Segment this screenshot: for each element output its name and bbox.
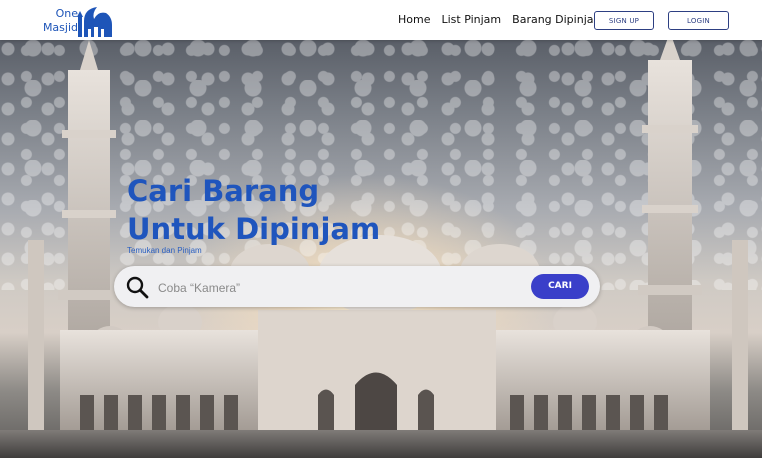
hero-section: Cari Barang Untuk Dipinjam Temukan dan P… [0, 40, 762, 458]
nav-list-pinjam[interactable]: List Pinjam [441, 13, 501, 26]
brand-name-line2: Masjid [42, 21, 78, 34]
search-button[interactable]: CARI [531, 274, 589, 299]
brand-name-line1: One [55, 7, 78, 20]
mosque-icon [77, 7, 112, 37]
search-icon [126, 276, 149, 299]
login-button[interactable]: LOGIN [668, 11, 729, 30]
hero-title-line1: Cari Barang [127, 174, 320, 208]
search-bar: CARI [114, 266, 600, 307]
brand-name: One Masjid [40, 7, 78, 35]
hero-title-line2: Untuk Dipinjam [127, 212, 381, 246]
signup-button[interactable]: SIGN UP [594, 11, 654, 30]
hero-subtitle: Temukan dan Pinjam [127, 246, 202, 255]
search-input[interactable] [156, 274, 510, 301]
nav-menu: Home List Pinjam Barang Dipinjam [398, 13, 604, 26]
brand-logo[interactable]: One Masjid [40, 3, 120, 39]
hero-title: Cari Barang Untuk Dipinjam [127, 172, 380, 248]
navbar: One Masjid Home List Pinjam Barang Dipin… [0, 0, 762, 40]
mosque-background-image [0, 40, 762, 458]
nav-barang-dipinjam[interactable]: Barang Dipinjam [512, 13, 604, 26]
nav-home[interactable]: Home [398, 13, 430, 26]
